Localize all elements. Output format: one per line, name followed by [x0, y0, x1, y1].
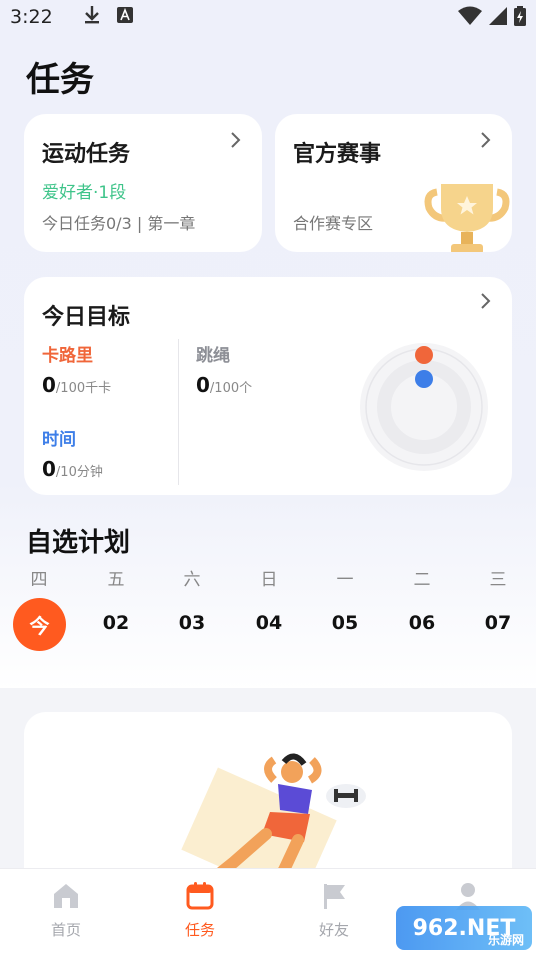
signal-icon: [488, 6, 508, 31]
time-label: 时间: [42, 430, 76, 450]
weekday-label: 二: [413, 570, 431, 590]
official-match-title: 官方赛事: [293, 142, 382, 167]
goal-rings-chart: [358, 341, 490, 477]
trophy-icon: [423, 178, 512, 252]
date-button[interactable]: 03: [167, 612, 217, 634]
daily-goal-title: 今日目标: [42, 305, 131, 330]
task-progress: 今日任务0/3 | 第一章: [42, 214, 196, 233]
wifi-icon: [458, 6, 482, 31]
official-match-subtitle: 合作赛专区: [293, 214, 374, 233]
rope-number: 0: [196, 373, 210, 397]
calories-number: 0: [42, 373, 56, 397]
status-bar: 3:22: [0, 0, 536, 34]
weekday-label: 日: [260, 570, 278, 590]
date-button[interactable]: 06: [397, 612, 447, 634]
weekday-label: 六: [183, 570, 201, 590]
date-button[interactable]: 02: [91, 612, 141, 634]
time-number: 0: [42, 457, 56, 481]
date-today-button[interactable]: 今: [13, 598, 66, 651]
watermark-logo: 962.NET 乐游网: [396, 906, 532, 950]
date-button[interactable]: 05: [320, 612, 370, 634]
chevron-right-icon: [480, 130, 492, 155]
tab-tasks-label: 任务: [184, 921, 215, 939]
level-badge: 爱好者·1段: [42, 183, 127, 203]
calories-value: 0/100千卡: [42, 373, 111, 397]
metric-divider: [178, 339, 179, 485]
flag-icon: [324, 884, 345, 909]
time-ring-marker: [415, 370, 433, 388]
daily-goal-card[interactable]: 今日目标 卡路里 0/100千卡 时间 0/10分钟 跳绳 0/100个: [24, 277, 512, 495]
tab-friends[interactable]: 好友: [294, 881, 374, 940]
custom-plan-title: 自选计划: [26, 528, 131, 558]
download-icon: [83, 5, 101, 30]
tab-home-label: 首页: [50, 921, 81, 939]
rope-value: 0/100个: [196, 373, 252, 397]
watermark-sub: 乐游网: [487, 933, 524, 947]
date-button[interactable]: 07: [473, 612, 523, 634]
sport-task-card[interactable]: 运动任务 爱好者·1段 今日任务0/3 | 第一章: [24, 114, 262, 252]
weekday-label: 四: [30, 570, 48, 590]
sport-task-title: 运动任务: [42, 142, 131, 167]
page-title: 任务: [26, 60, 94, 100]
calories-unit: /100千卡: [55, 381, 112, 396]
weekday-label: 一: [336, 570, 354, 590]
font-icon: [116, 6, 133, 28]
chevron-right-icon: [230, 130, 242, 155]
time-unit: /10分钟: [55, 465, 103, 480]
chevron-right-icon: [480, 291, 492, 316]
tab-tasks[interactable]: 任务: [160, 881, 240, 940]
status-icons: [458, 6, 526, 31]
battery-icon: [514, 6, 526, 31]
tab-home[interactable]: 首页: [26, 881, 106, 940]
rope-label: 跳绳: [196, 346, 230, 366]
calories-label: 卡路里: [42, 346, 93, 366]
time-value: 0/10分钟: [42, 457, 103, 481]
calendar-icon: [186, 882, 214, 910]
rope-unit: /100个: [209, 381, 253, 396]
home-icon: [54, 884, 78, 908]
status-time: 3:22: [10, 6, 53, 28]
weekday-label: 三: [489, 570, 507, 590]
official-match-card[interactable]: 官方赛事 合作赛专区: [275, 114, 512, 252]
plan-empty-card: [24, 712, 512, 892]
weekday-label: 五: [107, 570, 125, 590]
date-button[interactable]: 04: [244, 612, 294, 634]
tab-friends-label: 好友: [318, 921, 349, 939]
calories-ring-marker: [415, 346, 433, 364]
